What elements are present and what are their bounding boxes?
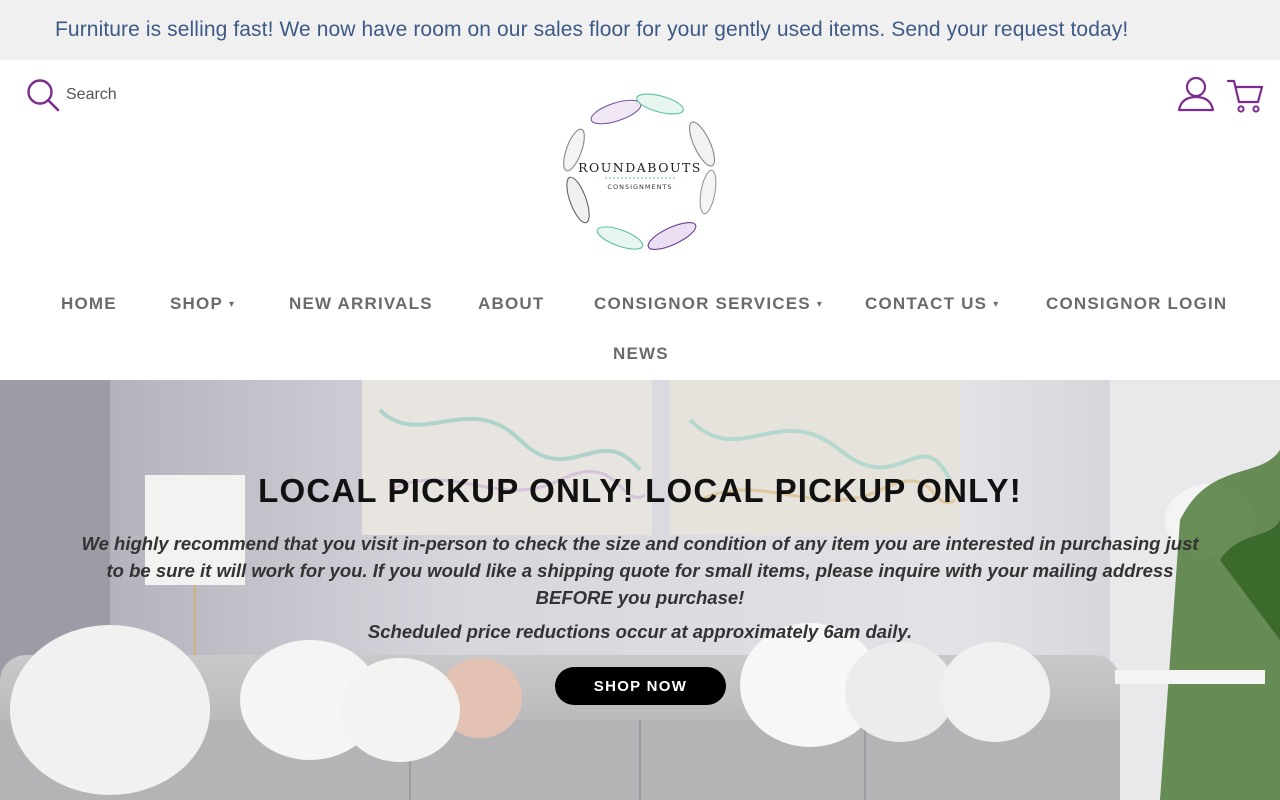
site-logo[interactable]: ROUNDABOUTS CONSIGNMENTS — [550, 82, 730, 260]
nav-item-news[interactable]: NEWS — [613, 344, 669, 364]
nav-label[interactable]: SHOP — [170, 294, 223, 314]
logo-name: ROUNDABOUTS — [578, 160, 702, 175]
hero-title: LOCAL PICKUP ONLY! LOCAL PICKUP ONLY! — [258, 472, 1022, 509]
hero-banner: LOCAL PICKUP ONLY! LOCAL PICKUP ONLY! We… — [0, 380, 1280, 800]
hero-description: We highly recommend that you visit in-pe… — [81, 533, 1199, 608]
nav-label[interactable]: CONTACT US — [865, 294, 987, 314]
nav-label[interactable]: HOME — [61, 294, 117, 314]
chevron-down-icon[interactable]: ▾ — [993, 299, 999, 310]
announcement-bar: Furniture is selling fast! We now have r… — [0, 0, 1280, 60]
search-icon[interactable] — [26, 78, 60, 112]
announcement-link[interactable]: Furniture is selling fast! We now have r… — [55, 18, 1128, 42]
nav-item-shop[interactable]: SHOP ▾ — [170, 294, 235, 314]
hero-price-note: Scheduled price reductions occur at appr… — [367, 621, 913, 642]
shop-now-button[interactable]: SHOP NOW — [555, 667, 726, 705]
chevron-down-icon[interactable]: ▾ — [229, 299, 235, 310]
nav-label[interactable]: ABOUT — [478, 294, 544, 314]
account-icon[interactable] — [1176, 76, 1216, 117]
nav-label[interactable]: CONSIGNOR SERVICES — [594, 294, 811, 314]
chevron-down-icon[interactable]: ▾ — [817, 299, 823, 310]
nav-label[interactable]: CONSIGNOR LOGIN — [1046, 294, 1227, 314]
nav-item-consignor-services[interactable]: CONSIGNOR SERVICES ▾ — [594, 294, 823, 314]
search-label[interactable]: Search — [66, 86, 117, 104]
nav-label[interactable]: NEW ARRIVALS — [289, 294, 433, 314]
nav-item-about[interactable]: ABOUT — [478, 294, 544, 314]
nav-label[interactable]: NEWS — [613, 344, 669, 364]
cart-icon[interactable] — [1226, 78, 1266, 119]
nav-item-home[interactable]: HOME — [61, 294, 117, 314]
site-header: Search ROUNDABOUTS CONSIGNMENTS HOME SHO… — [0, 60, 1280, 380]
search-box[interactable]: Search — [26, 78, 117, 112]
nav-item-consignor-login[interactable]: CONSIGNOR LOGIN — [1046, 294, 1227, 314]
logo-tagline: CONSIGNMENTS — [607, 183, 672, 191]
nav-item-contact-us[interactable]: CONTACT US ▾ — [865, 294, 999, 314]
nav-item-new-arrivals[interactable]: NEW ARRIVALS — [289, 294, 433, 314]
